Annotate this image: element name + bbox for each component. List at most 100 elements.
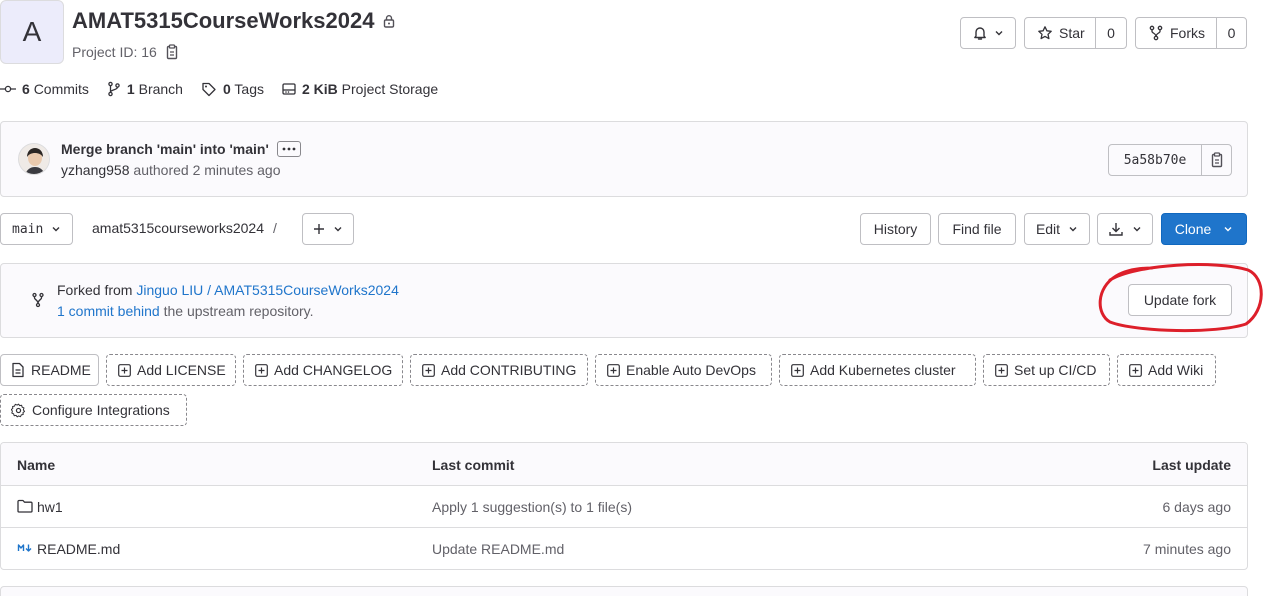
table-header: Name Last commit Last update [1,443,1247,486]
copy-sha-button[interactable] [1201,145,1232,175]
forks-button[interactable]: Forks 0 [1135,17,1247,49]
table-row[interactable]: hw1 Apply 1 suggestion(s) to 1 file(s) 6… [1,486,1247,528]
readme-button[interactable]: README [0,354,99,386]
expand-commit-button[interactable] [276,141,301,157]
commit-message[interactable]: Merge branch 'main' into 'main' [61,141,269,157]
star-button[interactable]: Star 0 [1024,17,1127,49]
add-wiki-label: Add Wiki [1148,362,1204,378]
add-wiki-button[interactable]: Add Wiki [1117,354,1216,386]
author-avatar[interactable] [18,143,50,175]
plus-square-icon [791,363,804,377]
chevron-down-icon [1068,224,1078,234]
copy-id-icon[interactable] [165,44,179,60]
header-last-commit: Last commit [432,457,515,473]
file-name[interactable]: hw1 [37,499,63,515]
commit-sha[interactable]: 5a58b70e [1109,153,1201,168]
tags-label: Tags [234,81,264,97]
add-changelog-button[interactable]: Add CHANGELOG [243,354,403,386]
commit-sha-group: 5a58b70e [1108,144,1232,176]
branch-count: 1 [126,81,135,97]
plus-square-icon [422,363,435,377]
plus-icon [313,223,325,235]
plus-square-icon [1129,363,1142,377]
storage-icon [282,82,296,96]
readme-card [0,586,1248,596]
lock-icon [382,14,396,28]
branch-stat[interactable]: 1 Branch [107,81,183,97]
chevron-down-icon [1223,224,1233,234]
fork-icon [31,292,45,308]
edit-dropdown[interactable]: Edit [1024,213,1090,245]
file-name[interactable]: README.md [37,541,120,557]
add-changelog-label: Add CHANGELOG [274,362,393,378]
star-count[interactable]: 0 [1095,25,1127,41]
commits-count: 6 [22,81,30,97]
setup-cicd-label: Set up CI/CD [1014,362,1097,378]
add-license-label: Add LICENSE [137,362,226,378]
add-file-dropdown[interactable] [302,213,354,245]
markdown-icon [17,542,33,554]
fork-icon [1148,25,1164,41]
download-icon [1108,221,1124,237]
chevron-down-icon [1132,224,1142,234]
commits-behind-link[interactable]: 1 commit behind [57,303,160,319]
project-avatar: A [0,0,64,64]
download-dropdown[interactable] [1097,213,1153,245]
project-id: Project ID: 16 [72,44,157,60]
breadcrumb-root[interactable]: amat5315courseworks2024 [92,220,264,236]
file-last-commit[interactable]: Update README.md [432,541,564,557]
chevron-down-icon [994,28,1004,38]
readme-label: README [31,362,91,378]
find-file-button[interactable]: Find file [938,213,1016,245]
behind-suffix: the upstream repository. [163,303,314,319]
chevron-down-icon [333,224,343,234]
add-kubernetes-label: Add Kubernetes cluster [810,362,956,378]
commits-stat[interactable]: 6 Commits [0,81,89,97]
notifications-button[interactable] [960,17,1016,49]
file-last-update: 7 minutes ago [1143,541,1231,557]
annotation-ellipse [1098,263,1263,333]
breadcrumb-separator: / [273,220,277,236]
tag-icon [201,81,217,97]
document-icon [11,362,25,378]
plus-square-icon [607,363,620,377]
header-last-update: Last update [1152,457,1231,473]
file-last-commit[interactable]: Apply 1 suggestion(s) to 1 file(s) [432,499,632,515]
project-title[interactable]: AMAT5315CourseWorks2024 [72,8,374,34]
commits-label: Commits [33,81,89,97]
star-label: Star [1059,25,1085,41]
forks-label: Forks [1170,25,1205,41]
history-button[interactable]: History [860,213,931,245]
table-row[interactable]: README.md Update README.md 7 minutes ago [1,528,1247,569]
setup-cicd-button[interactable]: Set up CI/CD [983,354,1110,386]
forks-count[interactable]: 0 [1216,25,1247,41]
add-kubernetes-button[interactable]: Add Kubernetes cluster [779,354,976,386]
fork-info-banner: Forked from Jinguo LIU / AMAT5315CourseW… [0,263,1248,338]
commit-author[interactable]: yzhang958 [61,162,130,178]
tags-stat[interactable]: 0 Tags [201,81,264,97]
configure-integrations-label: Configure Integrations [32,402,170,418]
branch-label: Branch [138,81,183,97]
branch-selector[interactable]: main [0,213,73,245]
clone-dropdown[interactable]: Clone [1161,213,1247,245]
folder-icon [17,499,33,513]
enable-auto-devops-label: Enable Auto DevOps [626,362,756,378]
clone-label: Clone [1174,221,1212,237]
file-last-update: 6 days ago [1162,499,1232,515]
branch-icon [107,81,121,97]
find-file-label: Find file [952,221,1002,237]
storage-stat[interactable]: 2 KiB Project Storage [282,81,438,97]
add-contributing-button[interactable]: Add CONTRIBUTING [410,354,588,386]
fork-source-link[interactable]: Jinguo LIU / AMAT5315CourseWorks2024 [136,282,399,298]
avatar-letter: A [22,16,42,47]
history-label: History [873,221,918,237]
edit-label: Edit [1035,221,1061,237]
enable-auto-devops-button[interactable]: Enable Auto DevOps [595,354,772,386]
add-license-button[interactable]: Add LICENSE [106,354,236,386]
configure-integrations-button[interactable]: Configure Integrations [0,394,187,426]
plus-square-icon [118,363,131,377]
ellipsis-icon [282,147,296,151]
star-icon [1037,25,1053,41]
chevron-down-icon [51,224,61,234]
last-commit-card: Merge branch 'main' into 'main' yzhang95… [0,121,1248,197]
